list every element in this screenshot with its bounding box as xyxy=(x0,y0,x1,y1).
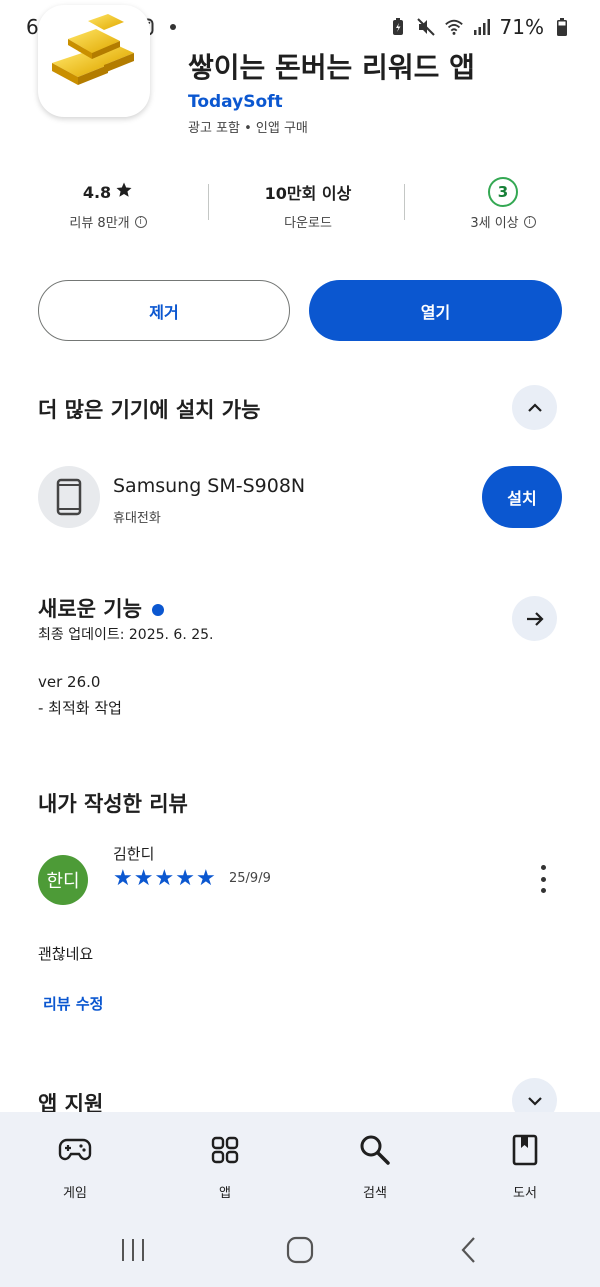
whats-new-label: 새로운 기능 xyxy=(38,597,142,621)
age-label-row: 3세 이상 i xyxy=(403,212,600,231)
home-button[interactable] xyxy=(280,1230,320,1270)
book-icon xyxy=(465,1130,585,1170)
more-options-icon[interactable] xyxy=(533,862,553,896)
release-notes: ver 26.0 - 최적화 작업 xyxy=(38,669,122,721)
battery-saver-icon xyxy=(388,17,408,37)
my-review-title: 내가 작성한 리뷰 xyxy=(38,792,188,816)
device-type: 휴대전화 xyxy=(113,511,161,526)
device-name: Samsung SM-S908N xyxy=(113,475,306,497)
app-meta: 광고 포함 • 인앱 구매 xyxy=(188,121,308,136)
star-icon: ★ xyxy=(133,866,154,891)
reviews-count: 리뷰 8만개 xyxy=(69,216,130,231)
chevron-down-icon xyxy=(527,1096,542,1106)
star-rating: ★ ★ ★ ★ ★ xyxy=(113,866,216,892)
nav-label-search: 검색 xyxy=(363,1186,387,1201)
battery-icon xyxy=(552,17,572,37)
review-text: 괜찮네요 xyxy=(38,945,94,963)
battery-percent: 71% xyxy=(499,15,544,39)
age-value-row: 3 xyxy=(403,172,600,212)
back-icon xyxy=(461,1237,475,1263)
reviewer-name: 김한디 xyxy=(113,845,155,863)
bottom-navigation: 게임 앱 검색 도서 xyxy=(0,1112,600,1287)
devices-section-title: 더 많은 기기에 설치 가능 xyxy=(38,398,261,422)
open-button[interactable]: 열기 xyxy=(309,280,562,341)
nav-label-books: 도서 xyxy=(513,1186,537,1201)
downloads-value: 10만회 이상 xyxy=(264,184,352,203)
arrow-right-icon xyxy=(526,611,544,626)
app-icon xyxy=(38,5,150,117)
nav-item-games[interactable]: 게임 xyxy=(15,1130,135,1201)
downloads-stat: 10만회 이상 다운로드 xyxy=(208,172,408,231)
review-date: 25/9/9 xyxy=(229,871,271,886)
home-icon xyxy=(286,1236,314,1264)
nav-item-apps[interactable]: 앱 xyxy=(165,1130,285,1201)
app-title: 쌓이는 돈버는 리워드 앱 xyxy=(188,51,475,84)
note-text: - 최적화 작업 xyxy=(38,699,122,717)
star-icon: ★ xyxy=(113,866,133,891)
star-icon: ★ xyxy=(175,866,195,891)
rating-value: 4.8 xyxy=(82,182,112,202)
age-label: 3세 이상 xyxy=(470,216,519,231)
recents-button[interactable] xyxy=(113,1230,153,1270)
version-text: ver 26.0 xyxy=(38,673,101,691)
developer-link[interactable]: TodaySoft xyxy=(188,92,283,112)
collapse-devices-button[interactable] xyxy=(512,385,557,430)
signal-icon xyxy=(472,17,492,37)
status-right: 71% xyxy=(388,15,572,39)
age-rating-badge: 3 xyxy=(488,177,518,207)
star-icon: ★ xyxy=(154,866,175,891)
info-icon: i xyxy=(134,215,147,228)
rating-label-row: 리뷰 8만개 i xyxy=(8,212,208,231)
back-button[interactable] xyxy=(449,1230,489,1270)
star-icon: ★ xyxy=(195,866,216,891)
whats-new-arrow-button[interactable] xyxy=(512,596,557,641)
rating-value-row: 4.8 xyxy=(8,172,208,212)
recents-icon xyxy=(122,1239,144,1261)
system-navigation xyxy=(0,1230,600,1270)
dot-icon xyxy=(163,17,183,37)
gold-bars-icon xyxy=(52,14,134,85)
downloads-label: 다운로드 xyxy=(284,216,332,231)
chevron-up-icon xyxy=(527,402,542,412)
age-stat[interactable]: 3 3세 이상 i xyxy=(403,172,600,231)
whats-new-title: 새로운 기능 xyxy=(38,593,164,623)
device-avatar xyxy=(38,466,100,528)
search-icon xyxy=(315,1130,435,1170)
rating-stat[interactable]: 4.8 리뷰 8만개 i xyxy=(8,172,208,231)
wifi-icon xyxy=(444,17,464,37)
new-indicator-dot xyxy=(151,604,164,616)
info-icon: i xyxy=(523,215,536,228)
stats-row: 4.8 리뷰 8만개 i 10만회 이상 다운로드 3 3세 이상 i xyxy=(0,172,600,242)
edit-review-link[interactable]: 리뷰 수정 xyxy=(43,993,103,1014)
star-icon xyxy=(115,181,133,203)
remove-button[interactable]: 제거 xyxy=(38,280,290,341)
nav-label-apps: 앱 xyxy=(219,1186,231,1201)
apps-grid-icon xyxy=(165,1130,285,1170)
mute-icon xyxy=(416,17,436,37)
avatar: 한디 xyxy=(38,855,88,905)
phone-icon xyxy=(56,478,82,516)
last-updated: 최종 업데이트: 2025. 6. 25. xyxy=(38,627,214,643)
install-button[interactable]: 설치 xyxy=(482,466,562,528)
nav-label-games: 게임 xyxy=(63,1186,87,1201)
nav-item-search[interactable]: 검색 xyxy=(315,1130,435,1201)
nav-item-books[interactable]: 도서 xyxy=(465,1130,585,1201)
gamepad-icon xyxy=(15,1130,135,1170)
